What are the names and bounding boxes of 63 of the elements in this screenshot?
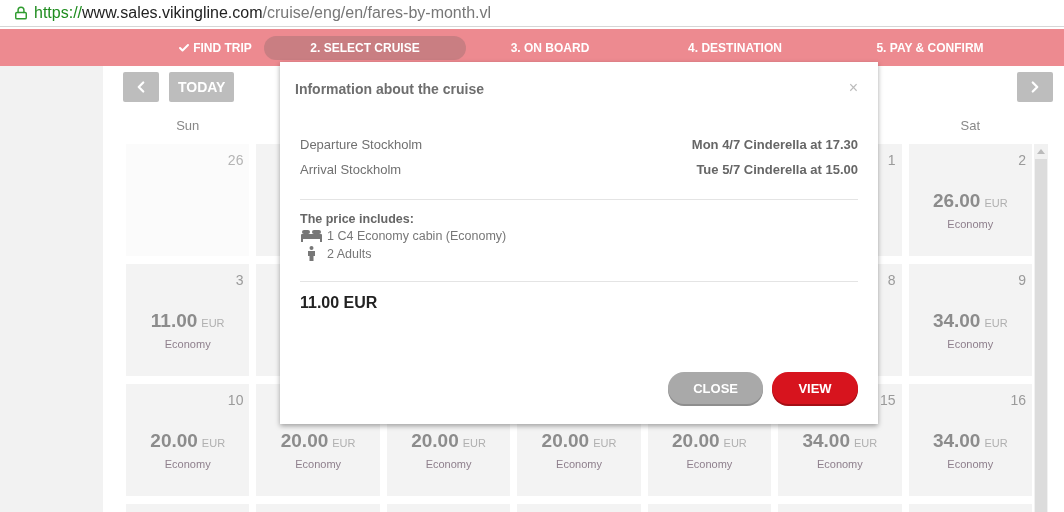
day-cell[interactable]: 2 26.00 EUR Economy: [908, 144, 1032, 256]
info-value: Tue 5/7 Cinderella at 15.00: [696, 162, 858, 177]
info-label: Departure Stockholm: [300, 137, 423, 152]
scrollbar[interactable]: [1034, 144, 1048, 512]
fare-class: Economy: [164, 338, 211, 350]
url-text[interactable]: https://www.sales.vikingline.com/cruise/eng/en/fares-by-month.vl: [34, 4, 492, 22]
fare-class: Economy: [686, 458, 733, 470]
step-tab[interactable]: 5. PAY & CONFIRM: [876, 35, 984, 60]
included-item: 2 Adults: [327, 246, 372, 261]
day-number: 9: [1018, 272, 1026, 288]
fare-class: Economy: [556, 458, 602, 470]
fare-class: Economy: [816, 458, 863, 470]
fare-price: 34.00 EUR: [932, 430, 1008, 452]
weekday-label: Sat: [960, 118, 981, 135]
fare-price: 20.00 EUR: [411, 430, 486, 452]
fare-price: 26.00 EUR: [932, 190, 1008, 212]
today-button[interactable]: TODAY: [169, 72, 235, 102]
day-number: 2: [1018, 152, 1026, 168]
day-cell[interactable]: 16 34.00 EUR Economy: [908, 384, 1032, 496]
total-price: 11.00 EUR: [300, 294, 379, 312]
fare-price: 34.00 EUR: [932, 310, 1008, 332]
close-button[interactable]: CLOSE: [668, 372, 763, 404]
included-item: 1 C4 Economy cabin (Economy): [327, 229, 507, 243]
fare-class: Economy: [947, 338, 994, 350]
day-cell[interactable]: 9 34.00 EUR Economy: [908, 264, 1032, 376]
person-icon: [306, 246, 316, 261]
previous-month-button[interactable]: [123, 72, 159, 102]
step-tab[interactable]: 3. ON BOARD: [510, 35, 590, 60]
day-cell[interactable]: 26: [126, 144, 250, 256]
day-cell[interactable]: 10 20.00 EUR Economy: [126, 384, 250, 496]
fare-price: 20.00 EUR: [280, 430, 356, 452]
step-tab[interactable]: FIND TRIP: [178, 35, 252, 60]
day-number: 1: [887, 152, 896, 168]
next-month-button[interactable]: [1017, 72, 1053, 102]
lock-icon: [14, 6, 28, 20]
info-label: Arrival Stockholm: [300, 162, 402, 177]
day-cell[interactable]: 3 11.00 EUR Economy: [126, 264, 250, 376]
step-tab[interactable]: 2. SELECT CRUISE: [264, 35, 466, 60]
day-number: 15: [880, 392, 896, 408]
day-number: 8: [887, 272, 896, 288]
fare-price: 20.00 EUR: [150, 430, 226, 452]
day-number: 26: [227, 152, 244, 168]
fare-class: Economy: [295, 458, 342, 470]
dialog-title: Information about the cruise: [295, 81, 484, 97]
includes-title: The price includes:: [300, 212, 415, 226]
day-number: 10: [227, 392, 244, 408]
bed-icon: [300, 230, 322, 242]
fare-class: Economy: [164, 458, 211, 470]
fare-class: Economy: [947, 218, 994, 230]
step-tab[interactable]: 4. DESTINATION: [688, 35, 782, 60]
day-number: 3: [235, 272, 244, 288]
fare-price: 20.00 EUR: [541, 430, 617, 452]
fare-price: 34.00 EUR: [802, 430, 878, 452]
day-number: 16: [1010, 392, 1026, 408]
check-icon: [178, 41, 191, 54]
fare-price: 11.00 EUR: [150, 310, 225, 332]
view-button[interactable]: VIEW: [772, 372, 858, 404]
info-value: Mon 4/7 Cinderella at 17.30: [691, 137, 858, 152]
weekday-label: Sun: [176, 118, 200, 135]
scroll-up-icon: [1037, 149, 1045, 154]
fare-class: Economy: [425, 458, 472, 470]
fare-class: Economy: [947, 458, 994, 470]
fare-price: 20.00 EUR: [672, 430, 747, 452]
